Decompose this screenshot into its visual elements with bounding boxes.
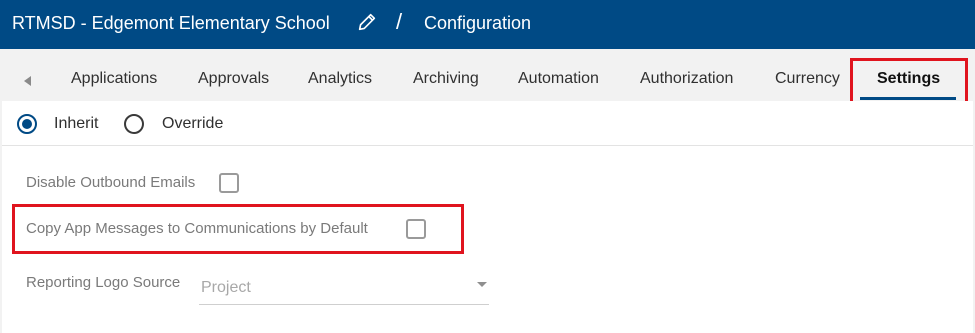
override-radio[interactable] (124, 114, 144, 134)
tab-authorization[interactable]: Authorization (640, 69, 733, 89)
disable-outbound-emails-checkbox[interactable] (219, 173, 239, 193)
reporting-logo-source-select[interactable]: Project (199, 271, 489, 305)
breadcrumb-current: Configuration (424, 13, 532, 33)
inherit-label: Inherit (54, 115, 99, 132)
breadcrumb-separator: / (396, 9, 403, 34)
tab-automation[interactable]: Automation (518, 69, 599, 89)
chevron-down-icon (477, 282, 487, 287)
reporting-logo-source-value: Project (201, 279, 251, 296)
active-tab-indicator (860, 97, 956, 100)
tab-archiving[interactable]: Archiving (413, 69, 479, 89)
tab-settings[interactable]: Settings (877, 69, 940, 89)
tab-approvals[interactable]: Approvals (198, 69, 269, 89)
settings-panel: Inherit Override Disable Outbound Emails… (2, 101, 973, 333)
project-name: RTMSD - Edgemont Elementary School (12, 13, 330, 33)
copy-app-messages-checkbox[interactable] (406, 219, 426, 239)
caret-left-icon[interactable] (24, 76, 31, 86)
copy-app-messages-label: Copy App Messages to Communications by D… (26, 220, 368, 237)
pencil-icon[interactable] (356, 11, 378, 33)
tab-analytics[interactable]: Analytics (308, 69, 372, 89)
disable-outbound-emails-label: Disable Outbound Emails (26, 174, 196, 191)
reporting-logo-source-label: Reporting Logo Source (26, 274, 181, 291)
tab-currency[interactable]: Currency (775, 69, 840, 89)
tab-applications[interactable]: Applications (71, 69, 157, 89)
inherit-radio[interactable] (17, 114, 37, 134)
override-label: Override (162, 115, 224, 132)
inheritance-mode-row: Inherit Override (2, 101, 973, 146)
tab-bar: Applications Approvals Analytics Archivi… (0, 49, 975, 101)
app-header: RTMSD - Edgemont Elementary School / Con… (0, 0, 975, 49)
